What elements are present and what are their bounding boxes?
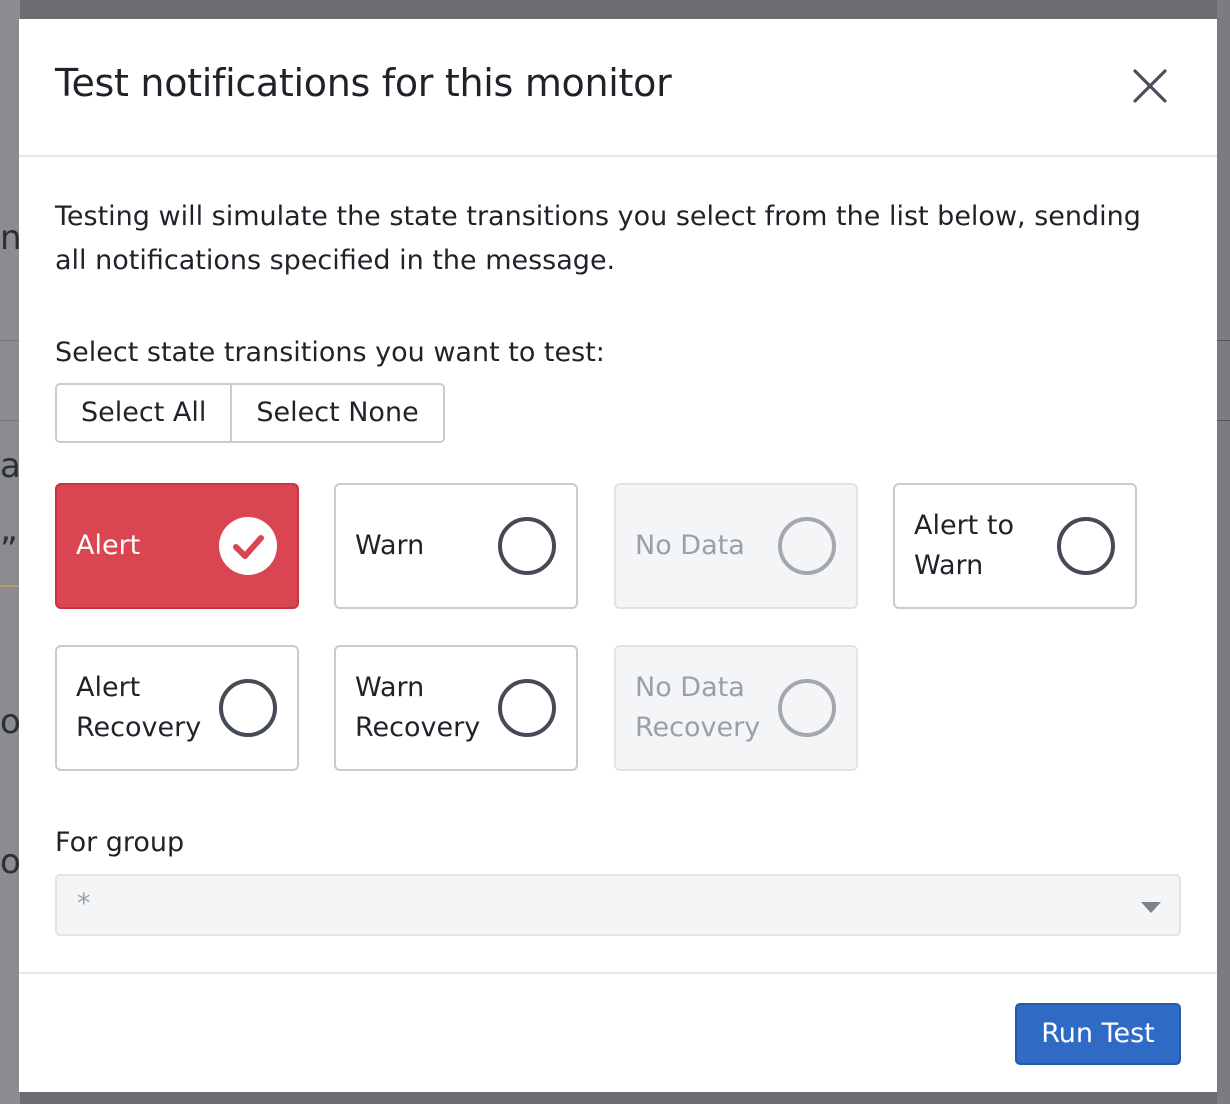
group-select[interactable]: * <box>55 874 1181 936</box>
radio-circle-icon <box>778 517 836 575</box>
background-divider <box>0 340 20 341</box>
close-button[interactable] <box>1127 63 1173 109</box>
background-text: n <box>0 218 20 258</box>
background-accent-line <box>0 585 20 587</box>
group-select-value: * <box>77 888 91 919</box>
radio-circle-icon <box>498 517 556 575</box>
transition-label: Alert to Warn <box>914 510 1014 581</box>
transition-label: No Data Recovery <box>635 672 761 743</box>
transition-label: Alert <box>76 530 141 561</box>
transition-label: Warn Recovery <box>355 672 481 743</box>
transition-card-no-data-recovery: No Data Recovery <box>614 645 858 771</box>
select-none-button[interactable]: Select None <box>232 385 443 441</box>
dialog-footer: Run Test <box>19 972 1217 1092</box>
background-divider <box>0 420 20 421</box>
background-text: ” <box>0 530 18 570</box>
close-icon <box>1133 69 1167 103</box>
transition-card-alert[interactable]: Alert <box>55 483 299 609</box>
dialog-description: Testing will simulate the state transiti… <box>55 201 1141 276</box>
radio-circle-icon <box>219 679 277 737</box>
group-label: For group <box>55 827 185 858</box>
transitions-label: Select state transitions you want to tes… <box>55 337 605 368</box>
background-strip-right <box>1217 0 1230 1104</box>
transition-card-warn[interactable]: Warn <box>334 483 578 609</box>
radio-circle-icon <box>498 679 556 737</box>
transition-label: Warn <box>355 530 425 561</box>
selection-button-group: Select All Select None <box>55 383 445 443</box>
select-all-button[interactable]: Select All <box>57 385 233 441</box>
radio-circle-icon <box>778 679 836 737</box>
dialog-title: Test notifications for this monitor <box>55 61 672 105</box>
run-test-button[interactable]: Run Test <box>1015 1003 1181 1065</box>
transition-label: No Data <box>635 530 745 561</box>
transition-card-alert-recovery[interactable]: Alert Recovery <box>55 645 299 771</box>
background-divider <box>1217 420 1230 421</box>
transition-card-no-data: No Data <box>614 483 858 609</box>
transition-card-warn-recovery[interactable]: Warn Recovery <box>334 645 578 771</box>
chevron-down-icon <box>1141 902 1161 913</box>
background-text: at <box>0 446 20 486</box>
test-notifications-dialog: Test notifications for this monitor Test… <box>19 19 1217 1092</box>
transition-card-alert-to-warn[interactable]: Alert to Warn <box>893 483 1137 609</box>
background-text: o <box>0 842 20 882</box>
background-divider <box>1217 340 1230 341</box>
checkmark-icon <box>219 517 277 575</box>
dialog-header: Test notifications for this monitor <box>19 19 1217 157</box>
transition-label: Alert Recovery <box>76 672 202 743</box>
radio-circle-icon <box>1057 517 1115 575</box>
background-text: o <box>0 702 20 742</box>
